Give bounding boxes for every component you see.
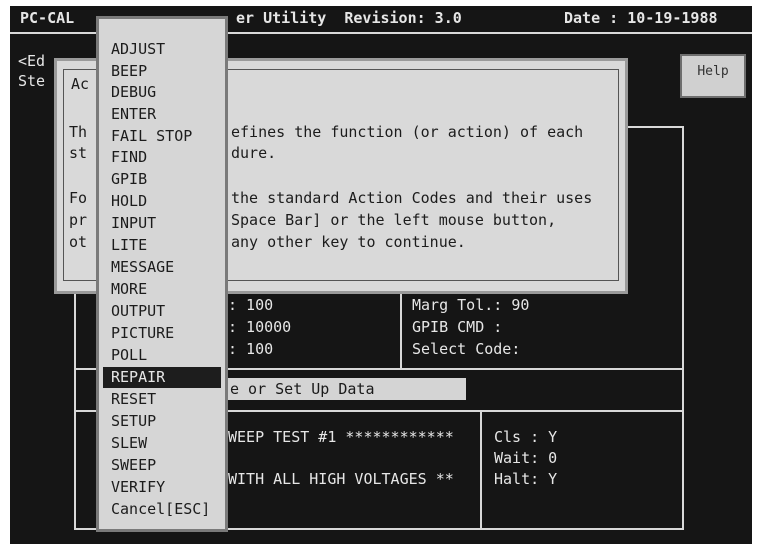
menu-item-repair[interactable]: REPAIR	[103, 367, 221, 388]
help-left-5: pr	[69, 211, 88, 229]
help-line-2: dure.	[231, 144, 277, 162]
menu-item-hold[interactable]: HOLD	[103, 191, 221, 212]
menu-item-fail-stop[interactable]: FAIL STOP	[103, 126, 221, 147]
menu-item-debug[interactable]: DEBUG	[103, 82, 221, 103]
select-code-field[interactable]: Select Code:	[412, 340, 520, 358]
menu-item-setup[interactable]: SETUP	[103, 411, 221, 432]
menu-item-find[interactable]: FIND	[103, 147, 221, 168]
menu-item-input[interactable]: INPUT	[103, 213, 221, 234]
dos-screen: PC-CAL er Utility Revision: 3.0 Date : 1…	[10, 6, 752, 544]
help-left-4: Fo	[69, 189, 88, 207]
left-fragment-1: <Ed	[18, 52, 46, 70]
marg-tol-field: Marg Tol.: 90	[412, 296, 530, 314]
form-vdivider-2	[480, 410, 482, 528]
menu-item-picture[interactable]: PICTURE	[103, 323, 221, 344]
menu-item-cancel[interactable]: Cancel[ESC]	[103, 499, 221, 520]
menu-item-output[interactable]: OUTPUT	[103, 301, 221, 322]
help-dialog-title: Ac	[71, 75, 90, 93]
status-cls: Cls : Y	[494, 428, 558, 446]
menu-item-message[interactable]: MESSAGE	[103, 257, 221, 278]
menu-item-adjust[interactable]: ADJUST	[103, 39, 221, 60]
test-line-2: WITH ALL HIGH VOLTAGES **	[228, 470, 454, 488]
menu-item-more[interactable]: MORE	[103, 279, 221, 300]
help-line-5: Space Bar] or the left mouse button,	[231, 211, 557, 229]
status-wait: Wait: 0	[494, 449, 558, 467]
menu-item-poll[interactable]: POLL	[103, 345, 221, 366]
help-line-4: the standard Action Codes and their uses	[231, 189, 593, 207]
field-value-2: : 10000	[228, 318, 292, 336]
action-code-menu[interactable]: ADJUST BEEP DEBUG ENTER FAIL STOP FIND G…	[96, 16, 228, 532]
gpib-cmd-field[interactable]: GPIB CMD :	[412, 318, 502, 336]
help-line-6: any other key to continue.	[231, 233, 466, 251]
menu-item-verify[interactable]: VERIFY	[103, 477, 221, 498]
form-vdivider-1	[400, 294, 402, 368]
help-left-2: st	[69, 144, 88, 162]
menu-item-reset[interactable]: RESET	[103, 389, 221, 410]
menu-item-beep[interactable]: BEEP	[103, 61, 221, 82]
help-line-1: efines the function (or action) of each	[231, 123, 584, 141]
status-halt: Halt: Y	[494, 470, 558, 488]
help-button[interactable]: Help	[680, 54, 746, 98]
window-title: er Utility Revision: 3.0	[236, 9, 462, 27]
menu-item-lite[interactable]: LITE	[103, 235, 221, 256]
menu-item-sweep[interactable]: SWEEP	[103, 455, 221, 476]
app-name: PC-CAL	[20, 9, 75, 27]
help-left-1: Th	[69, 123, 88, 141]
prompt-bar-text: e or Set Up Data	[230, 380, 375, 398]
prompt-bar[interactable]: e or Set Up Data	[228, 378, 466, 400]
date-display: Date : 10-19-1988	[564, 9, 718, 27]
menu-item-slew[interactable]: SLEW	[103, 433, 221, 454]
menu-item-enter[interactable]: ENTER	[103, 104, 221, 125]
menu-item-gpib[interactable]: GPIB	[103, 169, 221, 190]
help-button-label: Help	[697, 64, 729, 79]
field-value-3: : 100	[228, 340, 274, 358]
help-left-6: ot	[69, 233, 88, 251]
test-line-1: WEEP TEST #1 ************	[228, 428, 454, 446]
left-fragment-2: Ste	[18, 72, 46, 90]
field-value-1: : 100	[228, 296, 274, 314]
